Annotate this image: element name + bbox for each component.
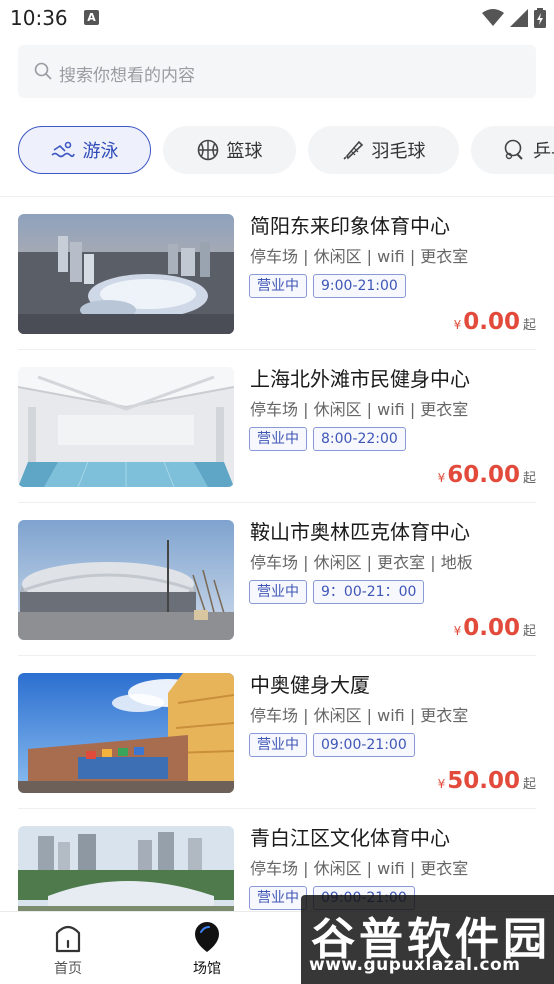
- price-value: 60.00: [447, 462, 520, 488]
- signal-icon: [510, 9, 528, 27]
- venue-tags: 营业中 8:00-22:00: [249, 427, 406, 451]
- venue-photo: [18, 367, 234, 487]
- venue-price: ¥ 60.00 起: [438, 462, 536, 488]
- category-pingpong[interactable]: 乒乓球: [471, 126, 554, 174]
- venue-card[interactable]: 上海北外滩市民健身中心 停车场 | 休闲区 | wifi | 更衣室 营业中 8…: [0, 350, 554, 503]
- category-label: 篮球: [226, 141, 263, 162]
- status-badge: 营业中: [249, 733, 307, 757]
- basketball-icon: [197, 139, 218, 161]
- status-badge: 营业中: [249, 427, 307, 451]
- status-badge: 营业中: [249, 886, 307, 910]
- status-time: 10:36: [10, 6, 68, 30]
- hours-badge: 09:00-21:00: [313, 733, 415, 757]
- venue-photo: [18, 520, 234, 640]
- tab-home[interactable]: 首页: [13, 912, 123, 984]
- tab-venue[interactable]: 场馆: [152, 912, 262, 984]
- venue-name: 中奥健身大厦: [250, 673, 370, 697]
- price-value: 0.00: [463, 615, 520, 641]
- tab-label: 场馆: [193, 961, 221, 977]
- venue-price: ¥ 50.00 起: [438, 768, 536, 794]
- category-swim[interactable]: 游泳: [18, 126, 151, 174]
- venue-card[interactable]: 中奥健身大厦 停车场 | 休闲区 | wifi | 更衣室 营业中 09:00-…: [0, 656, 554, 809]
- venue-icon: [195, 922, 219, 952]
- venue-amenities: 停车场 | 休闲区 | wifi | 更衣室: [250, 247, 469, 266]
- venue-price: ¥ 0.00 起: [454, 615, 536, 641]
- category-badminton[interactable]: 羽毛球: [308, 126, 459, 174]
- search-icon: [34, 62, 52, 80]
- currency-symbol: ¥: [453, 318, 462, 332]
- notification-a-icon: A: [84, 10, 99, 25]
- venue-photo: [18, 214, 234, 334]
- category-label: 乒乓球: [533, 141, 554, 162]
- venue-name: 鞍山市奥林匹克体育中心: [250, 520, 470, 544]
- battery-icon: [534, 8, 546, 28]
- venue-photo: [18, 826, 234, 911]
- watermark-logo: 谷普软件园 www.gupuxlazal.com: [301, 895, 554, 984]
- price-suffix: 起: [522, 777, 536, 792]
- status-indicators: [482, 8, 546, 28]
- home-icon: [55, 925, 81, 953]
- price-value: 50.00: [447, 768, 520, 794]
- status-bar: 10:36 A: [0, 0, 554, 36]
- hours-badge: 9：00-21：00: [313, 580, 425, 604]
- hours-badge: 8:00-22:00: [313, 427, 406, 451]
- status-badge: 营业中: [249, 274, 307, 298]
- currency-symbol: ¥: [437, 471, 446, 485]
- wifi-icon: [482, 9, 504, 26]
- price-value: 0.00: [463, 309, 520, 335]
- venue-name: 青白江区文化体育中心: [250, 826, 450, 850]
- venue-list: 简阳东来印象体育中心 停车场 | 休闲区 | wifi | 更衣室 营业中 9:…: [0, 197, 554, 911]
- search-placeholder: 搜索你想看的内容: [59, 66, 195, 86]
- tab-label: 首页: [54, 961, 82, 977]
- price-suffix: 起: [522, 318, 536, 333]
- venue-amenities: 停车场 | 休闲区 | 更衣室 | 地板: [250, 553, 473, 572]
- venue-amenities: 停车场 | 休闲区 | wifi | 更衣室: [250, 400, 469, 419]
- swim-icon: [50, 141, 75, 158]
- currency-symbol: ¥: [437, 777, 446, 791]
- venue-tags: 营业中 09:00-21:00: [249, 733, 415, 757]
- watermark-url: www.gupuxlazal.com: [309, 955, 521, 975]
- search-input[interactable]: 搜索你想看的内容: [18, 45, 536, 98]
- venue-card[interactable]: 简阳东来印象体育中心 停车场 | 休闲区 | wifi | 更衣室 营业中 9:…: [0, 197, 554, 350]
- hours-badge: 9:00-21:00: [313, 274, 406, 298]
- category-basketball[interactable]: 篮球: [163, 126, 296, 174]
- price-suffix: 起: [522, 471, 536, 486]
- pingpong-icon: [504, 139, 523, 160]
- venue-tags: 营业中 9：00-21：00: [249, 580, 425, 604]
- venue-price: ¥ 0.00 起: [454, 309, 536, 335]
- status-badge: 营业中: [249, 580, 307, 604]
- venue-card[interactable]: 鞍山市奥林匹克体育中心 停车场 | 休闲区 | 更衣室 | 地板 营业中 9：0…: [0, 503, 554, 656]
- venue-amenities: 停车场 | 休闲区 | wifi | 更衣室: [250, 706, 469, 725]
- category-label: 羽毛球: [371, 141, 426, 162]
- category-tabs: 游泳 篮球 羽毛球 乒乓球: [0, 126, 554, 174]
- venue-name: 简阳东来印象体育中心: [250, 214, 450, 238]
- category-label: 游泳: [82, 141, 119, 162]
- shuttlecock-icon: [342, 140, 363, 160]
- venue-amenities: 停车场 | 休闲区 | wifi | 更衣室: [250, 859, 469, 878]
- venue-name: 上海北外滩市民健身中心: [250, 367, 470, 391]
- currency-symbol: ¥: [453, 624, 462, 638]
- venue-photo: [18, 673, 234, 793]
- price-suffix: 起: [522, 624, 536, 639]
- venue-tags: 营业中 9:00-21:00: [249, 274, 406, 298]
